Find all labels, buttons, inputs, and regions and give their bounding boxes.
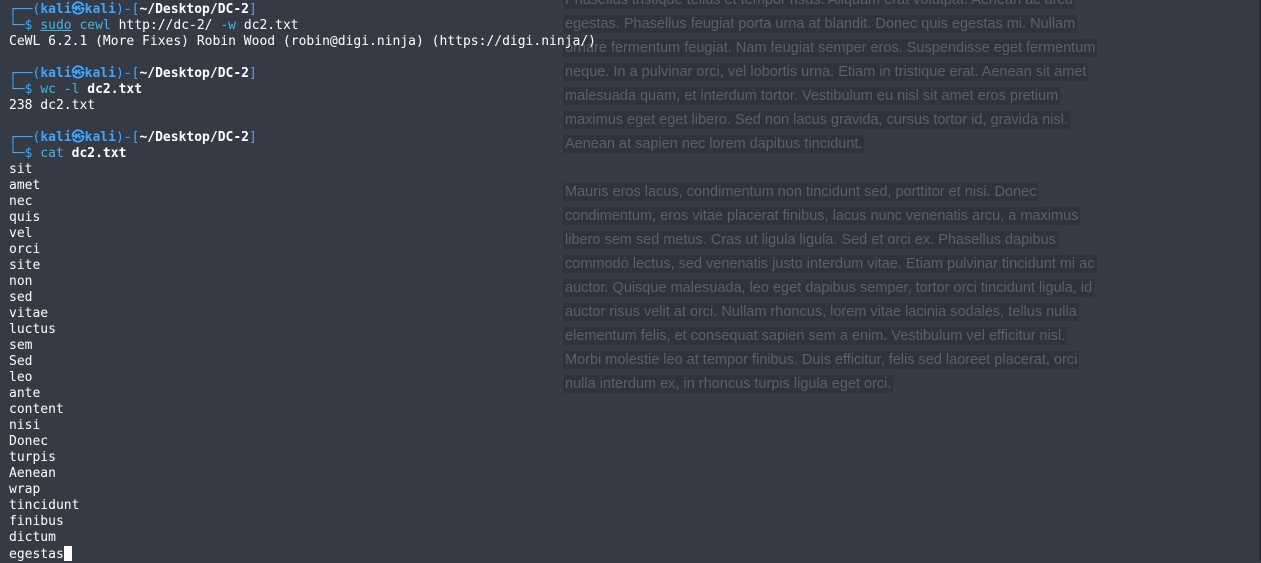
output-line: turpis	[9, 450, 56, 465]
output-line: orci	[9, 242, 41, 257]
prompt-at-symbol: ㉿	[71, 130, 85, 145]
terminal-output[interactable]: ┌──(kali㉿kali)-[~/Desktop/DC-2] └─$ sudo …	[9, 2, 596, 562]
prompt-frame: )-[	[115, 66, 140, 81]
output-line: sed	[9, 290, 33, 305]
terminal-cursor	[63, 546, 72, 561]
prompt-at-symbol: ㉿	[71, 66, 85, 81]
prompt-host: kali	[84, 66, 116, 81]
prompt-dollar: $	[24, 82, 41, 97]
command-line: └─$ wc -l dc2.txt	[9, 82, 596, 98]
output-line: wrap	[9, 482, 41, 497]
command-line: └─$ cat dc2.txt	[9, 146, 596, 162]
output-line: 238 dc2.txt	[9, 98, 96, 113]
command-token: wc	[40, 82, 56, 97]
output-line: sit	[9, 162, 33, 177]
output-line: content	[9, 402, 64, 417]
command-token	[56, 82, 64, 97]
output-line: Aenean	[9, 466, 56, 481]
output-line: sem	[9, 338, 33, 353]
command-token	[64, 146, 72, 161]
output-line: nisi	[9, 418, 41, 433]
output-line: nec	[9, 194, 33, 209]
command-token: dc2.txt	[87, 82, 143, 97]
output-line: Sed	[9, 354, 33, 369]
output-line: non	[9, 274, 33, 289]
output-line: luctus	[9, 322, 56, 337]
background-document: Phasellus tristique tellus et tempor ris…	[563, 0, 1103, 420]
output-line: site	[9, 258, 41, 273]
prompt-frame: ]	[249, 130, 257, 145]
prompt-header: ┌──(kali㉿kali)-[~/Desktop/DC-2]	[9, 130, 596, 146]
output-line: vitae	[9, 306, 49, 321]
command-line: └─$ sudo cewl http://dc-2/ -w dc2.txt	[9, 18, 596, 34]
output-line: amet	[9, 178, 41, 193]
command-token: sudo	[40, 18, 72, 33]
command-token: -l	[63, 82, 80, 97]
prompt-frame: )-[	[115, 130, 140, 145]
command-token: -w	[220, 18, 236, 33]
output-line: quis	[9, 210, 41, 225]
prompt-frame: ┌──(	[9, 66, 41, 81]
prompt-host: kali	[84, 2, 116, 17]
prompt-host: kali	[84, 130, 116, 145]
prompt-path: ~/Desktop/DC-2	[139, 2, 250, 17]
prompt-frame: ]	[249, 2, 257, 17]
output-line: CeWL 6.2.1 (More Fixes) Robin Wood (robi…	[9, 34, 596, 49]
command-token: dc2.txt	[236, 18, 299, 33]
prompt-frame: )-[	[115, 2, 140, 17]
prompt-frame: ┌──(	[9, 130, 41, 145]
prompt-frame: └─	[9, 18, 25, 33]
prompt-header: ┌──(kali㉿kali)-[~/Desktop/DC-2]	[9, 2, 596, 18]
output-line: vel	[9, 226, 33, 241]
prompt-path: ~/Desktop/DC-2	[139, 130, 250, 145]
command-token: cewl	[79, 18, 111, 33]
prompt-header: ┌──(kali㉿kali)-[~/Desktop/DC-2]	[9, 66, 596, 82]
command-token: cat	[40, 146, 64, 161]
prompt-user: kali	[40, 2, 72, 17]
output-line: Donec	[9, 434, 49, 449]
output-line: ante	[9, 386, 41, 401]
prompt-dollar: $	[24, 146, 41, 161]
output-line: tincidunt	[9, 498, 80, 513]
command-token: http://dc-2/	[110, 18, 221, 33]
prompt-user: kali	[40, 66, 72, 81]
output-line: finibus	[9, 514, 64, 529]
prompt-frame: └─	[9, 82, 25, 97]
prompt-at-symbol: ㉿	[71, 2, 85, 17]
output-line: egestas	[9, 546, 596, 562]
command-token: dc2.txt	[71, 146, 127, 161]
background-paragraph-2: Mauris eros lacus, condimentum non tinci…	[563, 183, 1097, 393]
output-line: leo	[9, 370, 33, 385]
prompt-dollar: $	[24, 18, 41, 33]
prompt-frame: └─	[9, 146, 25, 161]
output-line: dictum	[9, 530, 56, 545]
prompt-frame: ┌──(	[9, 2, 41, 17]
prompt-user: kali	[40, 130, 72, 145]
prompt-path: ~/Desktop/DC-2	[139, 66, 250, 81]
prompt-frame: ]	[249, 66, 257, 81]
background-paragraph-1: Phasellus tristique tellus et tempor ris…	[563, 0, 1103, 156]
